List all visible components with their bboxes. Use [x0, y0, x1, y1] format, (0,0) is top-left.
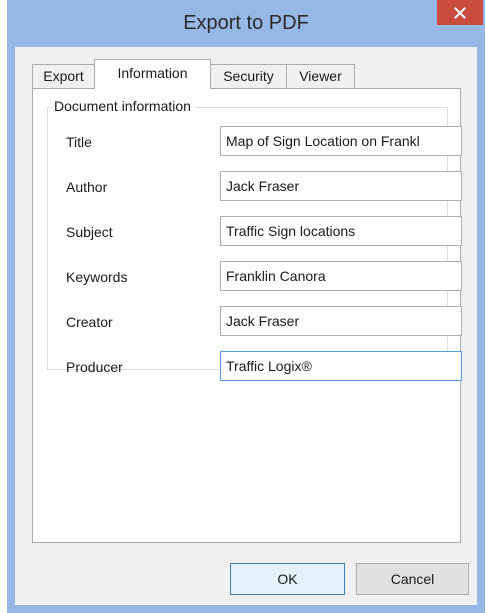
group-legend: Document information [51, 98, 195, 114]
tab-information[interactable]: Information [94, 59, 211, 89]
subject-label: Subject [66, 224, 113, 240]
close-icon [454, 6, 466, 19]
title-field[interactable] [220, 126, 462, 156]
creator-field[interactable] [220, 306, 462, 336]
keywords-label: Keywords [66, 269, 128, 285]
producer-field[interactable] [220, 351, 462, 381]
close-button[interactable] [437, 0, 483, 25]
tab-security[interactable]: Security [210, 64, 287, 88]
creator-label: Creator [66, 314, 113, 330]
title-bar[interactable]: Export to PDF [7, 0, 485, 47]
information-tab-panel: Document information Title Author Subjec… [32, 88, 462, 543]
title-label: Title [66, 134, 92, 150]
author-field[interactable] [220, 171, 462, 201]
cancel-button[interactable]: Cancel [356, 563, 469, 595]
export-to-pdf-dialog: Export to PDF Export Information Securit… [7, 0, 485, 613]
tab-export[interactable]: Export [32, 64, 95, 88]
producer-label: Producer [66, 359, 123, 375]
keywords-field[interactable] [220, 261, 462, 291]
ok-button[interactable]: OK [230, 563, 345, 595]
subject-field[interactable] [220, 216, 462, 246]
window-title: Export to PDF [183, 12, 309, 34]
author-label: Author [66, 179, 108, 195]
document-information-group: Document information Title Author Subjec… [47, 98, 462, 381]
dialog-body: Export Information Security Viewer Docum… [15, 47, 477, 605]
tab-viewer[interactable]: Viewer [286, 64, 355, 88]
